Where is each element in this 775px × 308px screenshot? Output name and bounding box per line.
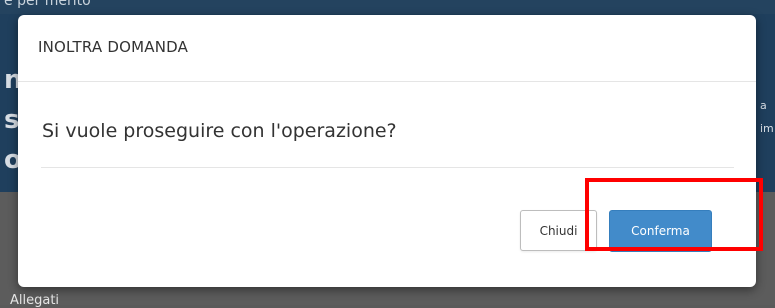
background-right-text: im	[760, 122, 774, 135]
background-top-band	[0, 0, 775, 14]
dialog-message: Si vuole proseguire con l'operazione?	[42, 120, 397, 142]
background-top-text: e per merito	[4, 0, 91, 9]
dialog-title: INOLTRA DOMANDA	[38, 38, 189, 56]
background-bottom-text: Allegati	[10, 293, 60, 308]
background-left-glyphs: nso	[4, 65, 23, 175]
background-right-text: a	[760, 99, 767, 112]
dialog-header: INOLTRA DOMANDA	[18, 15, 756, 82]
dialog-footer: Chiudi Conferma	[41, 167, 734, 288]
confirm-button[interactable]: Conferma	[609, 210, 712, 252]
dialog-body: Si vuole proseguire con l'operazione?	[18, 82, 756, 168]
close-button[interactable]: Chiudi	[520, 210, 597, 251]
confirm-dialog: INOLTRA DOMANDA Si vuole proseguire con …	[18, 15, 756, 287]
